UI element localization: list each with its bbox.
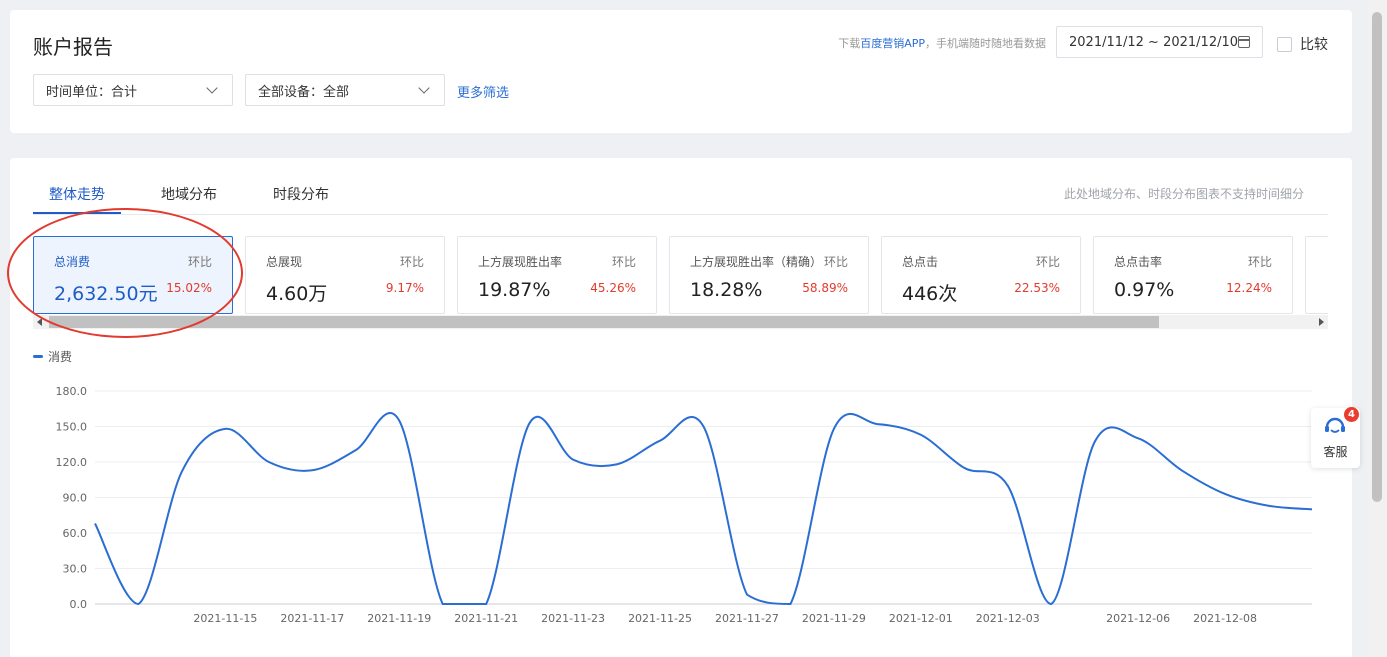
customer-service-button[interactable]: 客服 4 [1311, 407, 1360, 468]
y-tick-label: 90.0 [63, 492, 88, 505]
headset-icon [1325, 417, 1345, 433]
y-tick-label: 150.0 [56, 421, 88, 434]
x-tick-label: 2021-11-17 [280, 612, 344, 625]
x-tick-label: 2021-12-06 [1106, 612, 1170, 625]
series-line-cost[interactable] [94, 412, 1313, 606]
x-tick-label: 2021-11-29 [802, 612, 866, 625]
x-tick-label: 2021-11-23 [541, 612, 605, 625]
y-tick-label: 180.0 [56, 385, 88, 398]
y-tick-label: 0.0 [70, 598, 88, 611]
x-tick-label: 2021-12-03 [976, 612, 1040, 625]
x-tick-label: 2021-11-27 [715, 612, 779, 625]
annotation-ellipse [7, 208, 243, 338]
cost-line-chart: 0.0 30.0 60.0 90.0 120.0 150.0 180.0 2021-11-15… [56, 385, 1313, 625]
x-tick-label: 2021-11-15 [193, 612, 257, 625]
x-tick-label: 2021-12-01 [889, 612, 953, 625]
notification-badge: 4 [1344, 407, 1359, 422]
customer-service-label: 客服 [1323, 445, 1348, 459]
y-tick-label: 60.0 [63, 527, 88, 540]
x-tick-label: 2021-11-25 [628, 612, 692, 625]
y-tick-label: 30.0 [63, 563, 88, 576]
x-tick-label: 2021-12-08 [1193, 612, 1257, 625]
page-vertical-scrollbar[interactable] [1367, 0, 1387, 657]
x-tick-label: 2021-11-19 [367, 612, 431, 625]
page-scrollbar-thumb[interactable] [1372, 12, 1382, 502]
y-tick-label: 120.0 [56, 456, 88, 469]
x-tick-label: 2021-11-21 [454, 612, 518, 625]
